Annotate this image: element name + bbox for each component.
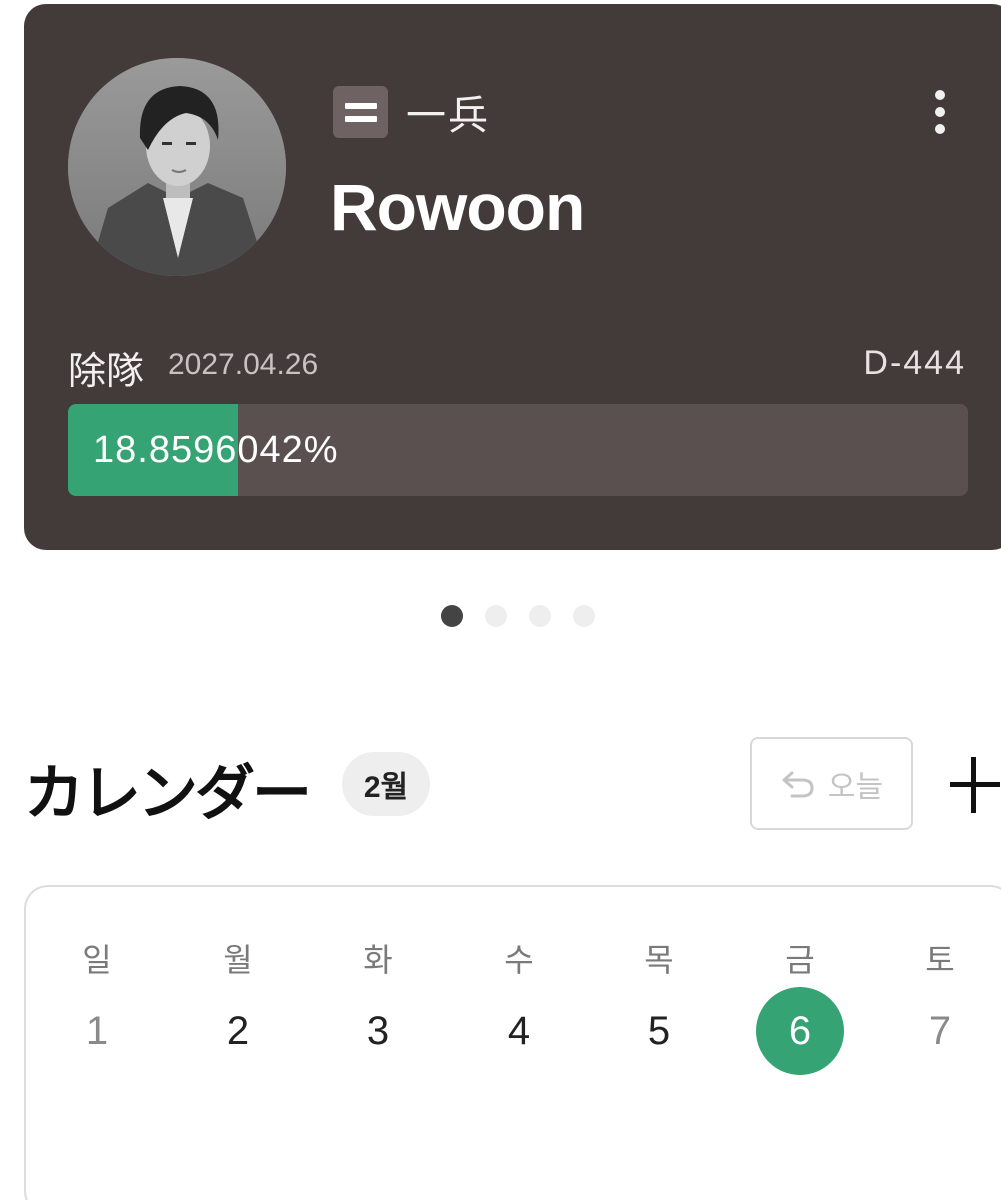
soldier-profile-card[interactable]: 一兵 Rowoon 除隊 2027.04.26 D-444 18.8596042…: [24, 4, 1001, 550]
profile-photo: [68, 58, 286, 276]
card-pager-dots[interactable]: [441, 605, 595, 627]
calendar-day[interactable]: 3: [334, 987, 422, 1075]
rank-label: 一兵: [406, 94, 490, 138]
today-button[interactable]: 오늘: [750, 737, 913, 830]
pager-dot[interactable]: [485, 605, 507, 627]
weekday-label: 일: [82, 942, 112, 978]
more-options-icon[interactable]: [924, 88, 956, 136]
rank-row: 一兵: [333, 86, 490, 138]
weekday-label: 금: [785, 942, 815, 978]
discharge-date: 2027.04.26: [168, 348, 319, 381]
calendar-day-selected[interactable]: 6: [756, 987, 844, 1075]
discharge-label: 除隊: [68, 351, 145, 393]
plus-icon[interactable]: [950, 755, 1000, 815]
calendar-day[interactable]: 4: [475, 987, 563, 1075]
profile-avatar: [68, 58, 286, 276]
service-progress-percent: 18.8596042%: [93, 429, 339, 471]
weekday-label: 월: [223, 942, 253, 978]
calendar-title: カレンダー: [24, 760, 312, 827]
calendar-day[interactable]: 1: [53, 987, 141, 1075]
app-screen: 一兵 Rowoon 除隊 2027.04.26 D-444 18.8596042…: [0, 0, 1001, 1200]
calendar-week-card: 일 월 화 수 목 금 토 1234567: [24, 885, 1001, 1200]
undo-arrow-icon: [782, 771, 814, 797]
service-progress-bar: 18.8596042%: [68, 404, 968, 496]
weekday-label: 토: [925, 942, 955, 978]
weekday-label: 화: [363, 942, 393, 978]
soldier-name: Rowoon: [330, 170, 585, 244]
pager-dot[interactable]: [573, 605, 595, 627]
weekday-label: 목: [644, 942, 674, 978]
weekday-label: 수: [504, 942, 534, 978]
calendar-day[interactable]: 5: [615, 987, 703, 1075]
month-badge[interactable]: 2월: [342, 752, 430, 816]
pager-dot-active[interactable]: [441, 605, 463, 627]
rank-insignia-icon: [333, 86, 388, 138]
dday-counter: D-444: [863, 344, 966, 382]
pager-dot[interactable]: [529, 605, 551, 627]
calendar-day[interactable]: 7: [896, 987, 984, 1075]
calendar-day[interactable]: 2: [194, 987, 282, 1075]
today-button-label: 오늘: [827, 770, 884, 804]
